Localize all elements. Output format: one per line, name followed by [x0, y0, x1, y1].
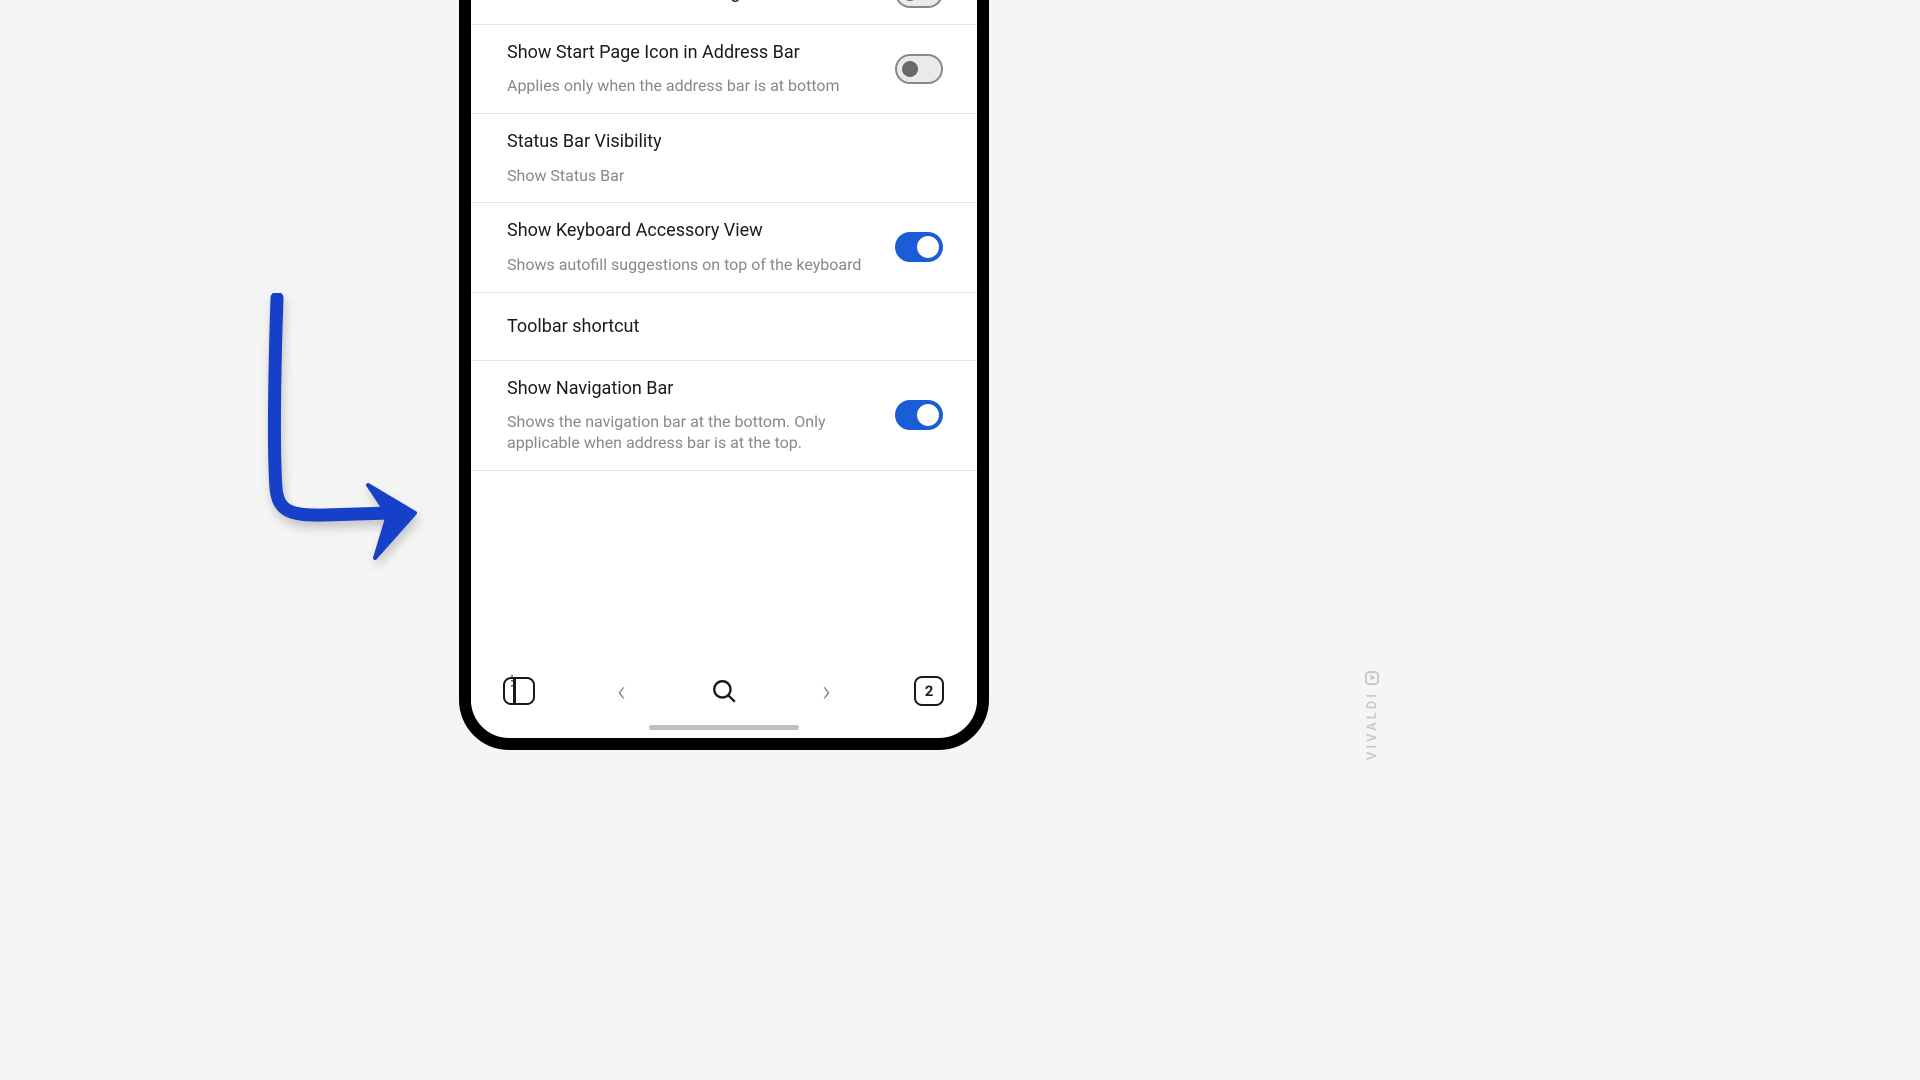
phone-frame: Show toolbars while scrolling Show Start… [459, 0, 989, 750]
setting-title: Show Navigation Bar [507, 377, 875, 400]
tab-count-badge: 2 [914, 676, 944, 706]
chevron-left-icon: ‹ [617, 674, 626, 709]
tabs-button[interactable]: 2 [909, 671, 949, 711]
setting-subtitle: Show Status Bar [507, 166, 921, 187]
vivaldi-brand: VIVALDI [1365, 671, 1380, 760]
setting-title: Toolbar shortcut [507, 315, 921, 338]
toggle-keyboard-accessory[interactable] [895, 232, 943, 262]
back-button[interactable]: ‹ [602, 671, 642, 711]
panel-icon [503, 677, 535, 705]
setting-show-navigation-bar[interactable]: Show Navigation Bar Shows the navigation… [471, 361, 977, 471]
vivaldi-logo-icon [1366, 671, 1380, 685]
phone-screen: Show toolbars while scrolling Show Start… [471, 0, 977, 738]
settings-list: Show toolbars while scrolling Show Start… [471, 0, 977, 655]
setting-keyboard-accessory[interactable]: Show Keyboard Accessory View Shows autof… [471, 203, 977, 292]
setting-toolbar-shortcut[interactable]: Toolbar shortcut [471, 293, 977, 361]
setting-title: Show Keyboard Accessory View [507, 219, 875, 242]
setting-subtitle: Shows autofill suggestions on top of the… [507, 255, 875, 276]
setting-subtitle: Shows the navigation bar at the bottom. … [507, 412, 875, 454]
toggle-show-toolbars-scrolling[interactable] [895, 0, 943, 8]
setting-start-page-icon[interactable]: Show Start Page Icon in Address Bar Appl… [471, 25, 977, 114]
setting-title: Status Bar Visibility [507, 130, 921, 153]
navigation-bar: ‹ › 2 [471, 655, 977, 719]
setting-show-toolbars-scrolling[interactable]: Show toolbars while scrolling [471, 0, 977, 25]
search-button[interactable] [704, 671, 744, 711]
annotation-arrow [260, 293, 440, 583]
setting-status-bar-visibility[interactable]: Status Bar Visibility Show Status Bar [471, 114, 977, 203]
forward-button[interactable]: › [807, 671, 847, 711]
setting-title: Show Start Page Icon in Address Bar [507, 41, 875, 64]
brand-text: VIVALDI [1365, 691, 1380, 760]
setting-title: Show toolbars while scrolling [507, 0, 875, 5]
toggle-start-page-icon[interactable] [895, 54, 943, 84]
search-icon [711, 678, 737, 704]
chevron-right-icon: › [822, 674, 831, 709]
setting-subtitle: Applies only when the address bar is at … [507, 76, 875, 97]
panel-button[interactable] [499, 671, 539, 711]
home-indicator[interactable] [649, 725, 799, 730]
toggle-show-navigation-bar[interactable] [895, 400, 943, 430]
